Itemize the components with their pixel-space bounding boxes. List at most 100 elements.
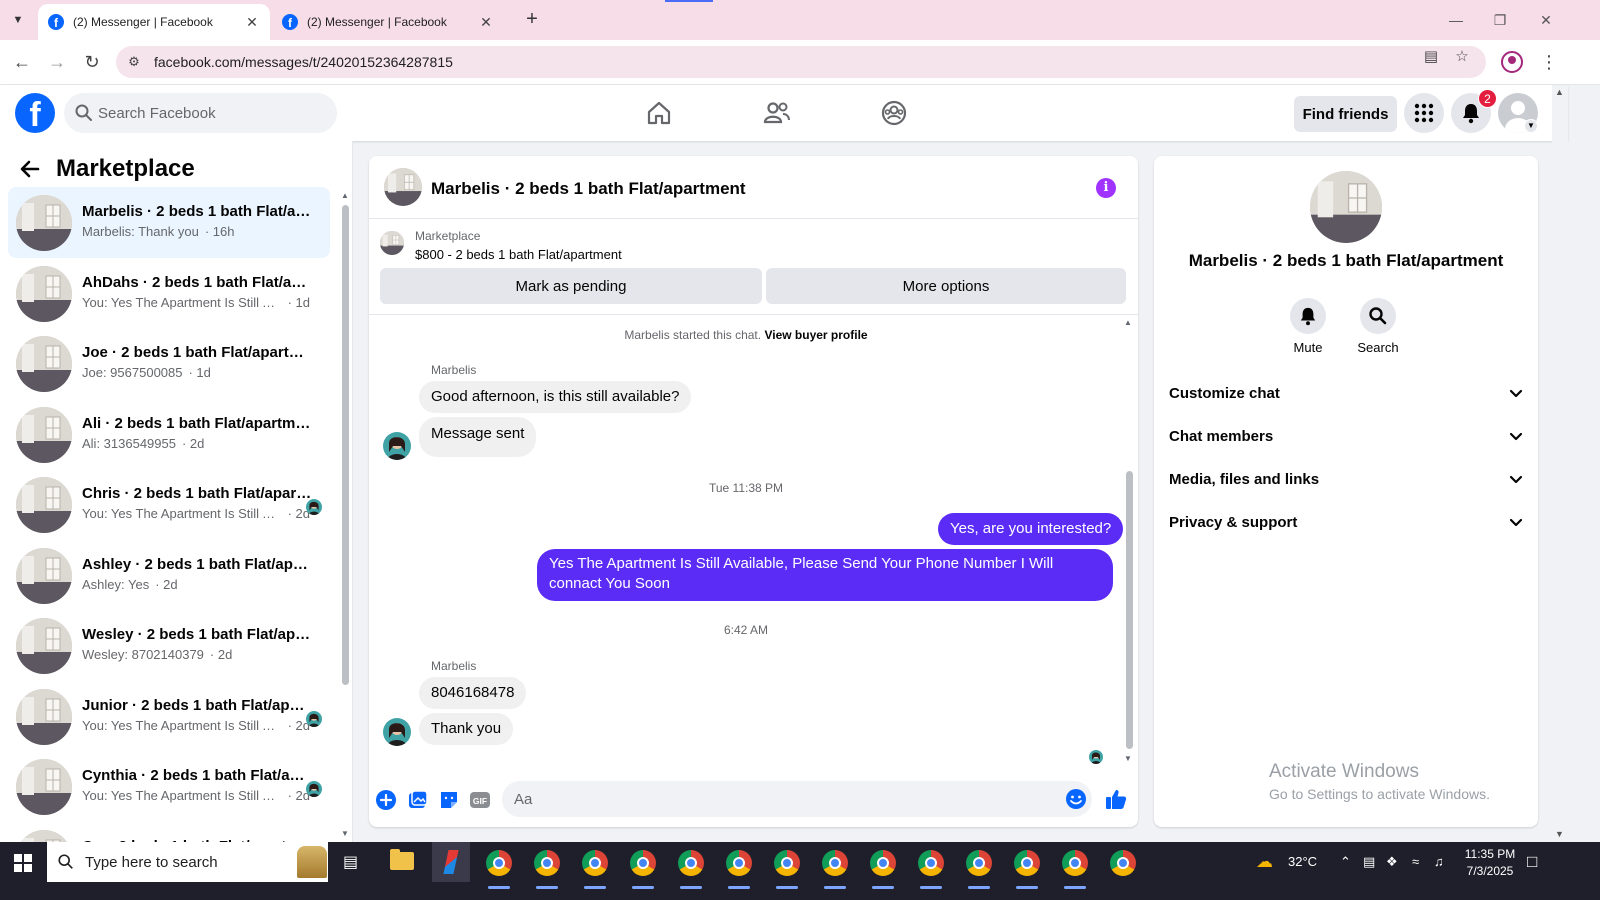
more-options-button[interactable]: More options bbox=[766, 268, 1126, 304]
mute-action[interactable]: Mute bbox=[1276, 298, 1340, 355]
chrome-icon[interactable] bbox=[774, 850, 800, 889]
message-input[interactable] bbox=[514, 781, 1054, 817]
media-files-links-section[interactable]: Media, files and links bbox=[1169, 461, 1524, 497]
system-clock[interactable]: 11:35 PM 7/3/2025 bbox=[1455, 846, 1525, 880]
view-buyer-profile-link[interactable]: View buyer profile bbox=[764, 328, 867, 342]
search-action[interactable]: Search bbox=[1346, 298, 1410, 355]
chrome-icon[interactable] bbox=[726, 850, 752, 889]
conversation-item[interactable]: Junior · 2 beds 1 bath Flat/apartment Yo… bbox=[8, 681, 330, 752]
volume-icon[interactable]: ♫ bbox=[1434, 854, 1444, 869]
friends-icon[interactable] bbox=[761, 97, 793, 129]
site-info-icon[interactable]: ⚙ bbox=[124, 52, 144, 72]
photo-icon[interactable] bbox=[407, 789, 429, 811]
outgoing-message[interactable]: Yes, are you interested? bbox=[938, 513, 1124, 545]
emoji-icon[interactable] bbox=[1065, 788, 1087, 810]
search-input[interactable] bbox=[98, 93, 328, 133]
facebook-search[interactable] bbox=[64, 93, 337, 133]
kebab-menu-icon[interactable]: ⋮ bbox=[1540, 50, 1558, 74]
conversation-item[interactable]: C... · 2 beds 1 bath Flat/apartment bbox=[8, 822, 330, 842]
scrollbar-thumb[interactable] bbox=[1126, 471, 1133, 749]
minimize-icon[interactable]: — bbox=[1436, 6, 1476, 34]
chrome-icon[interactable] bbox=[870, 850, 896, 889]
back-arrow-icon[interactable] bbox=[18, 157, 42, 181]
sidebar-scrollbar[interactable]: ▲ ▼ bbox=[338, 189, 352, 839]
taskbar-search[interactable]: Type here to search bbox=[47, 842, 328, 882]
tab-search-icon[interactable]: ▼ bbox=[6, 8, 30, 32]
star-icon[interactable]: ☆ bbox=[1452, 47, 1472, 67]
file-explorer-icon[interactable] bbox=[390, 849, 414, 870]
chat-title[interactable]: Marbelis · 2 beds 1 bath Flat/apartment bbox=[431, 179, 746, 199]
conversation-item[interactable]: Marbelis · 2 beds 1 bath Flat/apartment … bbox=[8, 187, 330, 258]
incoming-message[interactable]: Thank you bbox=[419, 713, 514, 745]
install-icon[interactable]: ▤ bbox=[1421, 47, 1441, 67]
wifi-icon[interactable]: ≈ bbox=[1412, 854, 1419, 869]
pinned-app-icon[interactable] bbox=[432, 842, 470, 882]
conversation-item[interactable]: Cynthia · 2 beds 1 bath Flat/apartment Y… bbox=[8, 751, 330, 822]
chat-members-section[interactable]: Chat members bbox=[1169, 418, 1524, 454]
browser-tab-1[interactable]: f (2) Messenger | Facebook ✕ bbox=[38, 4, 270, 40]
find-friends-button[interactable]: Find friends bbox=[1294, 96, 1397, 132]
chrome-icon[interactable] bbox=[1062, 850, 1088, 889]
gif-icon[interactable]: GIF bbox=[469, 789, 491, 811]
scroll-down-icon[interactable]: ▼ bbox=[1555, 829, 1564, 839]
conversation-item[interactable]: Chris · 2 beds 1 bath Flat/apartment You… bbox=[8, 469, 330, 540]
scroll-up-icon[interactable]: ▲ bbox=[341, 191, 349, 200]
sender-avatar[interactable] bbox=[383, 718, 411, 746]
input-method-icon[interactable]: ❖ bbox=[1386, 854, 1398, 870]
bell-icon[interactable] bbox=[1290, 298, 1326, 334]
menu-grid-icon[interactable] bbox=[1404, 93, 1444, 133]
incoming-message[interactable]: 8046168478 bbox=[419, 677, 527, 709]
close-icon[interactable]: ✕ bbox=[478, 14, 494, 31]
page-scrollbar[interactable]: ▲ ▼ bbox=[1552, 85, 1568, 842]
close-icon[interactable]: ✕ bbox=[244, 14, 260, 31]
new-tab-plus-icon[interactable]: + bbox=[520, 8, 544, 32]
scroll-down-icon[interactable]: ▼ bbox=[1124, 754, 1132, 763]
chrome-icon[interactable] bbox=[918, 850, 944, 889]
plus-circle-icon[interactable] bbox=[375, 789, 397, 811]
chevron-up-icon[interactable]: ⌃ bbox=[1340, 854, 1351, 870]
groups-icon[interactable] bbox=[878, 97, 910, 129]
conversation-item[interactable]: AhDahs · 2 beds 1 bath Flat/apartment Yo… bbox=[8, 258, 330, 329]
forward-icon[interactable]: → bbox=[43, 48, 71, 76]
chrome-icon[interactable] bbox=[630, 850, 656, 889]
conversation-item[interactable]: Joe · 2 beds 1 bath Flat/apartment Joe: … bbox=[8, 328, 330, 399]
conversation-item[interactable]: Ali · 2 beds 1 bath Flat/apartment Ali: … bbox=[8, 399, 330, 470]
chrome-icon[interactable] bbox=[1110, 850, 1136, 876]
scrollbar-thumb[interactable] bbox=[342, 205, 349, 685]
address-bar[interactable]: ⚙ facebook.com/messages/t/24020152364287… bbox=[116, 46, 1486, 78]
chrome-icon[interactable] bbox=[486, 850, 512, 889]
sender-avatar[interactable] bbox=[383, 432, 411, 460]
restore-icon[interactable]: ❐ bbox=[1480, 6, 1520, 34]
outgoing-message[interactable]: Yes The Apartment Is Still Available, Pl… bbox=[537, 549, 1113, 601]
url-text[interactable]: facebook.com/messages/t/2402015236428781… bbox=[154, 54, 453, 70]
customize-chat-section[interactable]: Customize chat bbox=[1169, 375, 1524, 411]
info-icon[interactable]: i bbox=[1096, 178, 1116, 198]
scroll-up-icon[interactable]: ▲ bbox=[1555, 87, 1564, 97]
listing-thumbnail[interactable] bbox=[384, 168, 422, 206]
chevron-down-icon[interactable]: ▼ bbox=[1524, 119, 1538, 133]
scroll-down-icon[interactable]: ▼ bbox=[341, 829, 349, 838]
notification-center-icon[interactable]: □ bbox=[1527, 852, 1537, 872]
chrome-icon[interactable] bbox=[822, 850, 848, 889]
chrome-icon[interactable] bbox=[582, 850, 608, 889]
listing-price-title[interactable]: $800 - 2 beds 1 bath Flat/apartment bbox=[415, 247, 622, 262]
facebook-logo-icon[interactable]: f bbox=[15, 93, 55, 133]
windows-start-icon[interactable] bbox=[14, 854, 32, 872]
reload-icon[interactable]: ↻ bbox=[78, 48, 106, 76]
chrome-icon[interactable] bbox=[966, 850, 992, 889]
chrome-icon[interactable] bbox=[1014, 850, 1040, 889]
scroll-up-icon[interactable]: ▲ bbox=[1124, 318, 1132, 327]
chrome-icon[interactable] bbox=[678, 850, 704, 889]
conversation-item[interactable]: Ashley · 2 beds 1 bath Flat/apartment As… bbox=[8, 540, 330, 611]
task-view-icon[interactable]: ▤ bbox=[343, 852, 358, 872]
incoming-message[interactable]: Message sent bbox=[419, 417, 537, 457]
listing-large-thumbnail[interactable] bbox=[1310, 171, 1382, 243]
like-thumb-icon[interactable] bbox=[1104, 787, 1128, 811]
sticker-icon[interactable] bbox=[438, 789, 460, 811]
chrome-icon[interactable] bbox=[534, 850, 560, 889]
meet-now-icon[interactable]: ▤ bbox=[1363, 854, 1375, 870]
back-icon[interactable]: ← bbox=[8, 48, 36, 76]
privacy-support-section[interactable]: Privacy & support bbox=[1169, 504, 1524, 540]
search-icon[interactable] bbox=[1360, 298, 1396, 334]
browser-tab-2[interactable]: f (2) Messenger | Facebook ✕ bbox=[272, 4, 504, 40]
